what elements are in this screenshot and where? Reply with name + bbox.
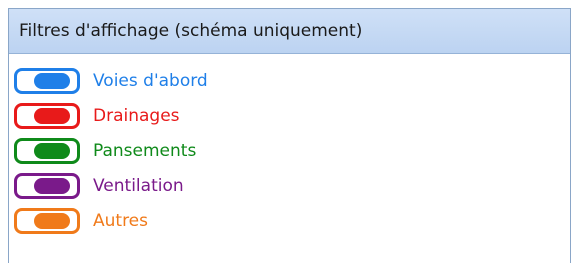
filter-row-autres[interactable]: Autres — [14, 203, 570, 238]
display-filters-panel: Filtres d'affichage (schéma uniquement) … — [8, 8, 571, 263]
filter-row-voies-abord[interactable]: Voies d'abord — [14, 63, 570, 98]
filter-toggle-ventilation[interactable] — [14, 172, 80, 199]
filter-row-ventilation[interactable]: Ventilation — [14, 168, 570, 203]
filter-toggle-pansements[interactable] — [14, 137, 80, 164]
toggle-knob — [34, 142, 70, 159]
filter-label-drainages: Drainages — [93, 105, 180, 126]
toggle-knob — [34, 212, 70, 229]
filter-toggle-drainages[interactable] — [14, 102, 80, 129]
panel-title: Filtres d'affichage (schéma uniquement) — [19, 21, 363, 41]
filter-row-pansements[interactable]: Pansements — [14, 133, 570, 168]
filter-label-pansements: Pansements — [93, 140, 197, 161]
filter-label-ventilation: Ventilation — [93, 175, 184, 196]
filter-label-voies-abord: Voies d'abord — [93, 70, 208, 91]
filter-toggle-voies-abord[interactable] — [14, 67, 80, 94]
filter-label-autres: Autres — [93, 210, 149, 231]
filter-toggle-autres[interactable] — [14, 207, 80, 234]
panel-header: Filtres d'affichage (schéma uniquement) — [9, 9, 570, 54]
toggle-knob — [34, 107, 70, 124]
filter-list: Voies d'abord Drainages Pansements Venti… — [9, 54, 570, 238]
toggle-knob — [34, 72, 70, 89]
toggle-knob — [34, 177, 70, 194]
filter-row-drainages[interactable]: Drainages — [14, 98, 570, 133]
